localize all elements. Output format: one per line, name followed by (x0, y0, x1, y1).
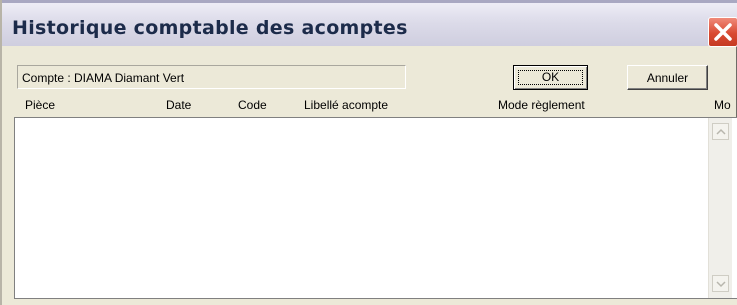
window-title: Historique comptable des acomptes (12, 17, 408, 39)
ok-button[interactable]: OK (513, 65, 588, 90)
column-header-piece[interactable]: Pièce (25, 98, 55, 112)
column-header-libelle[interactable]: Libellé acompte (304, 98, 388, 112)
vertical-scrollbar[interactable] (708, 118, 732, 298)
cancel-button[interactable]: Annuler (627, 65, 708, 90)
column-header-mode-reglement[interactable]: Mode règlement (498, 98, 585, 112)
account-field: Compte : DIAMA Diamant Vert (17, 65, 406, 89)
close-button[interactable] (708, 17, 737, 47)
scroll-down-button[interactable] (712, 275, 729, 292)
history-list[interactable] (14, 117, 737, 299)
column-header-mo[interactable]: Mo (714, 98, 731, 112)
title-bar[interactable]: Historique comptable des acomptes (2, 0, 737, 47)
dialog-bottom-edge (2, 299, 737, 305)
close-icon (714, 23, 732, 41)
scroll-up-arrow-icon (716, 128, 726, 135)
dialog-window: Historique comptable des acomptes Compte… (0, 0, 737, 305)
scroll-up-button[interactable] (712, 123, 729, 140)
column-header-code[interactable]: Code (238, 98, 267, 112)
column-headers: Pièce Date Code Libellé acompte Mode règ… (2, 98, 737, 116)
scroll-down-arrow-icon (716, 281, 726, 288)
column-header-date[interactable]: Date (166, 98, 191, 112)
ok-button-label: OK (541, 70, 560, 84)
